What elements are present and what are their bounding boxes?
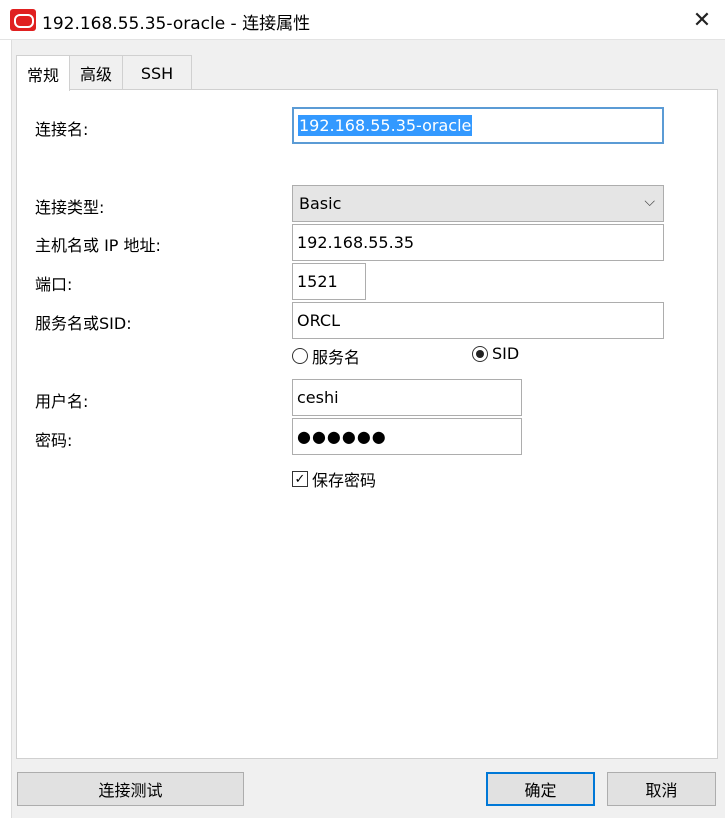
connection-name-input[interactable]: 192.168.55.35-oracle — [292, 107, 664, 144]
chevron-down-icon: ⌵ — [644, 194, 655, 210]
oracle-logo-icon — [10, 9, 36, 31]
tab-general[interactable]: 常规 — [16, 55, 71, 91]
tab-ssh[interactable]: SSH — [122, 55, 193, 90]
radio-service-name[interactable]: 服务名 — [292, 344, 360, 368]
check-icon: ✓ — [292, 471, 308, 487]
port-label: 端口: — [35, 275, 73, 294]
ok-button[interactable]: 确定 — [486, 772, 595, 806]
background-window-edge — [0, 40, 12, 818]
connection-name-label: 连接名: — [35, 120, 89, 139]
radio-sid-circle — [472, 345, 488, 362]
host-input[interactable]: 192.168.55.35 — [292, 224, 664, 261]
host-value: 192.168.55.35 — [297, 233, 415, 252]
radio-sid-label: SID — [492, 344, 520, 363]
save-password-label: 保存密码 — [312, 471, 377, 490]
username-value: ceshi — [297, 388, 339, 407]
host-label: 主机名或 IP 地址: — [35, 236, 161, 255]
tab-bar: 常规 高级 SSH — [16, 55, 193, 91]
radio-service-name-circle — [292, 348, 308, 364]
username-label: 用户名: — [35, 392, 89, 411]
window-title: 192.168.55.35-oracle - 连接属性 — [42, 14, 311, 34]
title-bar: 192.168.55.35-oracle - 连接属性 ✕ — [0, 0, 725, 40]
password-label: 密码: — [35, 431, 73, 450]
username-input[interactable]: ceshi — [292, 379, 522, 416]
password-value: ●●●●●● — [297, 427, 387, 446]
tab-advanced[interactable]: 高级 — [69, 55, 124, 90]
close-button[interactable]: ✕ — [679, 0, 725, 40]
radio-service-name-label: 服务名 — [312, 348, 361, 367]
service-value: ORCL — [297, 311, 340, 330]
connection-type-value: Basic — [299, 194, 342, 213]
connection-type-label: 连接类型: — [35, 198, 105, 217]
close-icon: ✕ — [692, 7, 712, 33]
save-password-checkbox[interactable]: ✓ 保存密码 — [292, 467, 376, 491]
port-input[interactable]: 1521 — [292, 263, 366, 300]
port-value: 1521 — [297, 272, 338, 291]
service-input[interactable]: ORCL — [292, 302, 664, 339]
test-connection-button[interactable]: 连接测试 — [17, 772, 244, 806]
service-label: 服务名或SID: — [35, 314, 132, 333]
radio-sid[interactable]: SID — [472, 344, 519, 363]
general-panel: 连接名: 192.168.55.35-oracle 连接类型: Basic ⌵ … — [16, 89, 718, 759]
connection-name-value: 192.168.55.35-oracle — [298, 115, 473, 136]
connection-type-select[interactable]: Basic ⌵ — [292, 185, 664, 222]
password-input[interactable]: ●●●●●● — [292, 418, 522, 455]
cancel-button[interactable]: 取消 — [607, 772, 716, 806]
